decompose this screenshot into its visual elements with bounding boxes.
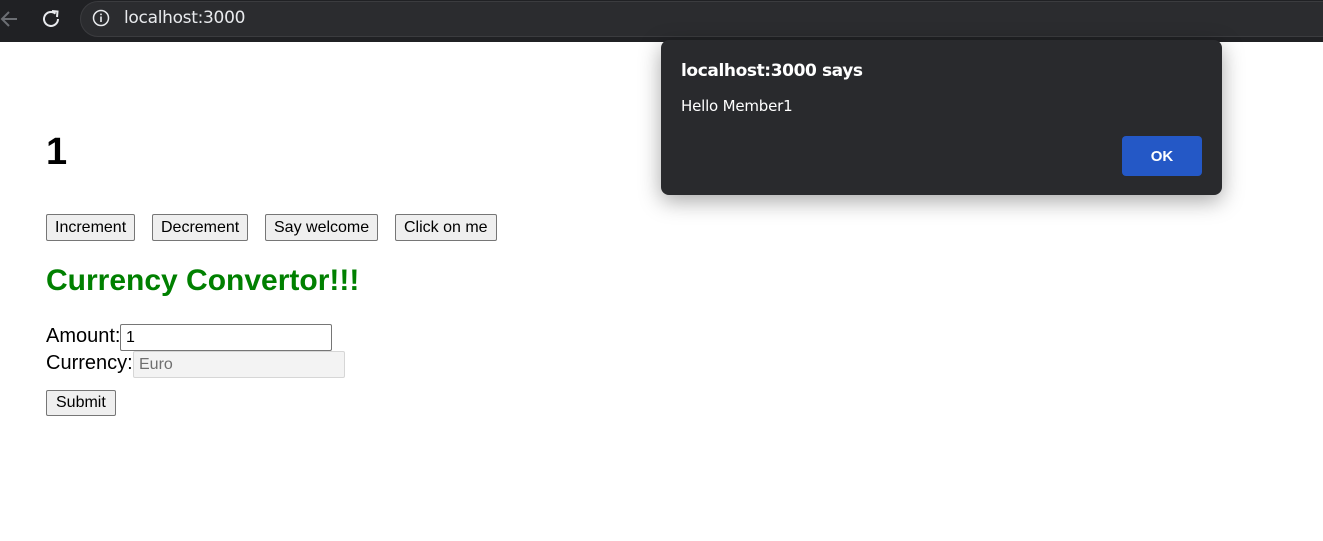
url-text[interactable]: localhost:3000: [124, 8, 245, 28]
ok-button[interactable]: OK: [1122, 136, 1202, 176]
counter-value: 1: [46, 131, 68, 173]
increment-button[interactable]: Increment: [46, 214, 136, 241]
amount-label: Amount:: [46, 325, 121, 347]
info-icon[interactable]: [92, 9, 110, 27]
currency-label: Currency:: [46, 352, 133, 374]
amount-input[interactable]: [120, 324, 332, 351]
arrow-left-icon[interactable]: [0, 9, 20, 29]
click-on-me-button[interactable]: Click on me: [395, 214, 497, 241]
say-welcome-button[interactable]: Say welcome: [265, 214, 379, 241]
dialog-title: localhost:3000 says: [681, 61, 863, 81]
submit-button[interactable]: Submit: [46, 390, 116, 416]
currency-converter-heading: Currency Convertor!!!: [46, 264, 360, 297]
currency-field[interactable]: [133, 351, 345, 378]
dialog-message: Hello Member1: [681, 97, 793, 115]
decrement-button[interactable]: Decrement: [152, 214, 249, 241]
browser-toolbar: localhost:3000: [0, 0, 1323, 42]
alert-dialog: localhost:3000 says Hello Member1 OK: [661, 40, 1222, 195]
reload-icon[interactable]: [39, 7, 63, 31]
address-bar[interactable]: [80, 1, 1323, 37]
